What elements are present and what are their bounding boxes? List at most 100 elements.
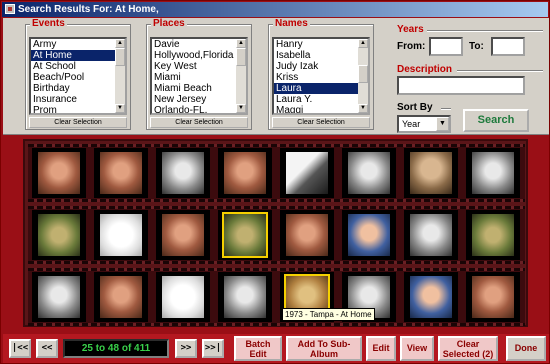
photo-thumbnail[interactable] [404,210,458,260]
places-scrollbar[interactable]: ▲ ▼ [236,39,246,113]
events-list-item[interactable]: Beach/Pool [31,72,117,83]
photo-thumbnail[interactable] [218,272,272,322]
add-to-sub-album-button[interactable]: Add To Sub-Album [286,336,362,361]
bottom-toolbar: |<< << 25 to 48 of 411 >> >>| Batch Edit… [3,334,549,363]
places-listbox[interactable]: Davie Hollywood,Florida Key West Miami Miami… [150,37,248,115]
events-list-item[interactable]: At Home [31,50,117,61]
events-list-item[interactable]: Army [31,39,117,50]
sort-by-select[interactable]: Year ▼ [397,115,451,133]
events-label: Events [30,18,67,29]
names-listbox[interactable]: Hanry Isabella Judy Izak Kriss Laura Laura Y.… [272,37,370,115]
scroll-up-icon[interactable]: ▲ [115,39,125,48]
names-scrollbar[interactable]: ▲ ▼ [358,39,368,113]
scroll-down-icon[interactable]: ▼ [358,104,368,113]
photo-thumbnail[interactable] [156,210,210,260]
results-counter: 25 to 48 of 411 [63,339,169,358]
view-button[interactable]: View [400,336,434,361]
photo-thumbnail[interactable] [94,272,148,322]
scroll-up-icon[interactable]: ▲ [358,39,368,48]
names-list-item[interactable]: Laura Y. [274,94,360,105]
photo-image [100,214,142,256]
photo-thumbnail[interactable] [218,148,272,198]
events-listbox[interactable]: Army At Home At School Beach/Pool Birthday In… [29,37,127,115]
photo-thumbnail[interactable] [404,272,458,322]
photo-image [348,152,390,194]
photo-image [38,152,80,194]
names-label: Names [273,18,310,29]
photo-thumbnail[interactable] [280,210,334,260]
scroll-thumb[interactable] [236,48,246,66]
scroll-up-icon[interactable]: ▲ [236,39,246,48]
photo-strip-row-1 [28,144,525,202]
photo-strip-row-2 [28,206,525,264]
places-list-item[interactable]: Key West [152,61,238,72]
photo-thumbnail[interactable] [342,210,396,260]
events-list-item[interactable]: Prom [31,105,117,113]
years-label: Years [397,24,424,35]
years-from-label: From: [397,41,426,52]
places-list-item[interactable]: Davie [152,39,238,50]
year-from-input[interactable] [429,37,463,56]
places-list-item[interactable]: Hollywood,Florida [152,50,238,61]
events-list-item[interactable]: Birthday [31,83,117,94]
places-list-item[interactable]: Orlando-FL. [152,105,238,113]
scroll-thumb[interactable] [358,65,368,83]
chevron-down-icon[interactable]: ▼ [436,117,449,131]
photo-image [162,214,204,256]
scroll-down-icon[interactable]: ▼ [236,104,246,113]
names-list-item[interactable]: Isabella [274,50,360,61]
names-list-item[interactable]: Kriss [274,72,360,83]
years-divider [427,30,543,32]
photo-image [410,152,452,194]
places-list-item[interactable]: Miami Beach [152,83,238,94]
next-page-button[interactable]: >> [175,339,197,358]
previous-page-button[interactable]: << [36,339,58,358]
photo-thumbnail[interactable] [32,210,86,260]
names-group: Names Hanry Isabella Judy Izak Kriss Laura La… [268,18,374,130]
names-list-item[interactable]: Laura [274,83,360,94]
photo-thumbnail[interactable] [404,148,458,198]
done-button[interactable]: Done [506,336,546,361]
description-divider [457,70,543,72]
photo-tooltip: 1973 - Tampa - At Home [282,308,375,321]
places-list-item[interactable]: Miami [152,72,238,83]
places-list-item[interactable]: New Jersey [152,94,238,105]
names-clear-selection-button[interactable]: Clear Selection [272,117,370,128]
names-list-item[interactable]: Judy Izak [274,61,360,72]
photo-thumbnail[interactable] [466,272,520,322]
description-input[interactable] [397,76,525,95]
sort-by-label: Sort By [397,102,433,113]
photo-thumbnail[interactable] [280,148,334,198]
events-list-item[interactable]: At School [31,61,117,72]
first-page-button[interactable]: |<< [9,339,31,358]
photo-thumbnail[interactable] [32,148,86,198]
photo-thumbnail[interactable] [156,148,210,198]
edit-button[interactable]: Edit [366,336,396,361]
last-page-button[interactable]: >>| [202,339,224,358]
scroll-down-icon[interactable]: ▼ [115,104,125,113]
scroll-thumb[interactable] [115,48,125,66]
clear-selected-button[interactable]: Clear Selected (2) [438,336,498,361]
photo-thumbnail[interactable] [32,272,86,322]
photo-thumbnail[interactable] [342,148,396,198]
events-list-item[interactable]: Insurance [31,94,117,105]
sort-by-value: Year [402,119,421,129]
photo-image [472,276,514,318]
photo-thumbnail[interactable] [94,210,148,260]
app-icon [5,4,15,14]
photo-thumbnail[interactable] [94,148,148,198]
names-list-item[interactable]: Maggi [274,105,360,113]
photo-thumbnail[interactable] [218,210,272,260]
photo-thumbnail[interactable] [466,148,520,198]
events-clear-selection-button[interactable]: Clear Selection [29,117,127,128]
events-scrollbar[interactable]: ▲ ▼ [115,39,125,113]
photo-thumbnail[interactable] [156,272,210,322]
photo-image [38,214,80,256]
year-to-input[interactable] [491,37,525,56]
photo-image [162,276,204,318]
search-button[interactable]: Search [463,109,529,132]
batch-edit-button[interactable]: Batch Edit [234,336,282,361]
places-clear-selection-button[interactable]: Clear Selection [150,117,248,128]
photo-thumbnail[interactable] [466,210,520,260]
names-list-item[interactable]: Hanry [274,39,360,50]
